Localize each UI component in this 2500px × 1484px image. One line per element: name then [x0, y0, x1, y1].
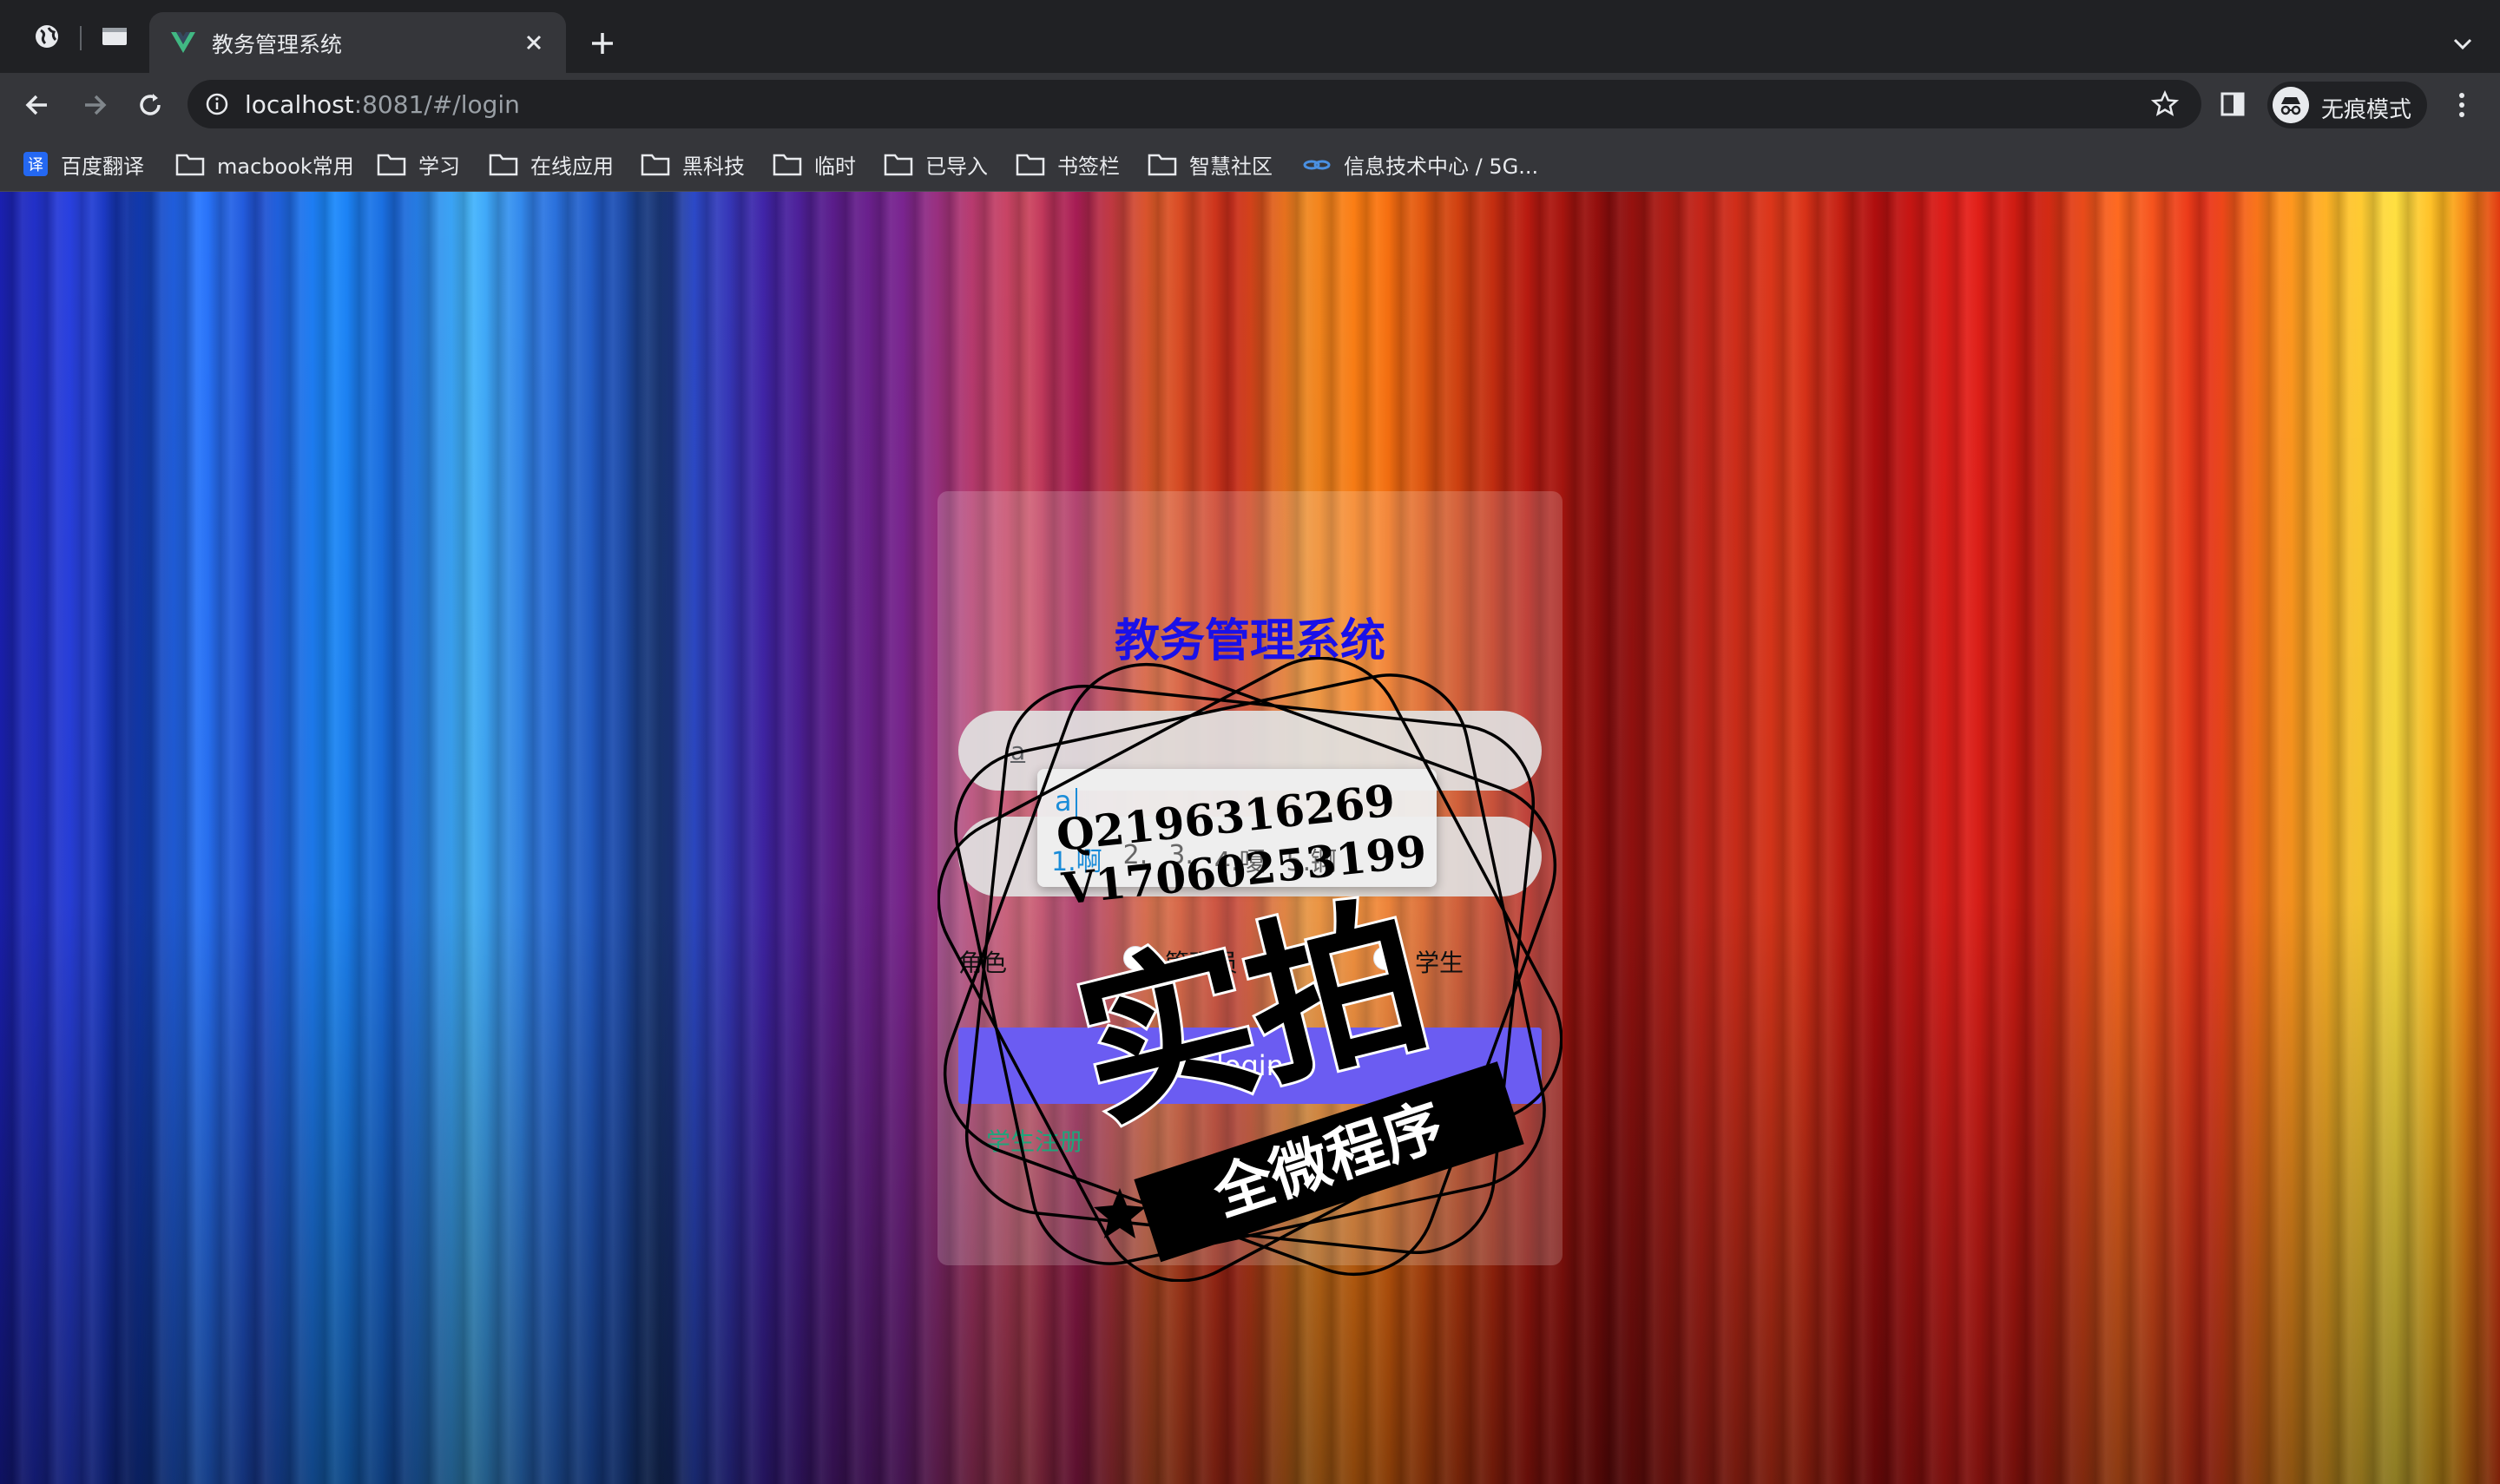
tab-divider	[80, 26, 82, 50]
tab-active[interactable]: 教务管理系统	[149, 12, 566, 73]
ime-candidate-window[interactable]: a 1.啊 2. 3. 4.嗄 5.锕	[1037, 769, 1437, 887]
folder-icon	[1016, 154, 1045, 176]
bookmark-item[interactable]: 智慧社区	[1148, 149, 1273, 179]
bookmark-label: 书签栏	[1057, 154, 1120, 179]
ime-composition: a	[1055, 785, 1072, 818]
role-option-label[interactable]: 学生	[1415, 944, 1464, 979]
ime-candidate[interactable]: 5.锕	[1286, 840, 1338, 878]
bookmark-item[interactable]: 信息技术中心 / 5G...	[1302, 149, 1538, 179]
bookmark-label: 黑科技	[682, 154, 745, 179]
bookmark-star-icon[interactable]	[2151, 90, 2179, 118]
tab-strip: 教务管理系统	[0, 0, 2500, 73]
ime-caret	[1076, 788, 1077, 819]
role-radio-student[interactable]	[1373, 946, 1398, 970]
link-icon	[1303, 160, 1331, 170]
tab-title: 教务管理系统	[212, 32, 343, 57]
bookmark-label: 百度翻译	[61, 154, 144, 179]
reload-icon[interactable]	[134, 89, 167, 121]
info-icon[interactable]	[205, 92, 229, 116]
folder-icon	[377, 154, 406, 176]
bookmark-label: 已导入	[925, 154, 988, 179]
login-button[interactable]: login	[958, 1028, 1542, 1104]
login-card: 教务管理系统 a a 1.啊 2. 3. 4.嗄 5.锕 角色 管理员 学生 l…	[938, 491, 1562, 1265]
page-title: 教务管理系统	[1114, 615, 1385, 667]
back-arrow-icon[interactable]	[21, 89, 54, 121]
ime-candidates: 1.啊 2. 3. 4.嗄 5.锕	[1051, 840, 1337, 878]
bookmark-label: 信息技术中心 / 5G...	[1344, 154, 1539, 179]
role-selector: 角色 管理员 学生	[958, 942, 1542, 977]
url-text[interactable]: localhost:8081/#/login	[245, 90, 520, 119]
folder-icon	[641, 154, 670, 176]
bookmark-label: 在线应用	[530, 154, 614, 179]
ime-candidate[interactable]: 1.啊	[1051, 840, 1102, 878]
incognito-badge[interactable]: 无痕模式	[2267, 82, 2427, 128]
bookmark-label: 学习	[418, 154, 460, 179]
bookmark-item[interactable]: 已导入	[884, 149, 988, 179]
bookmark-item[interactable]: 学习	[377, 149, 460, 179]
folder-icon	[489, 154, 518, 176]
folder-icon	[1148, 154, 1177, 176]
bookmark-item[interactable]: 书签栏	[1016, 149, 1120, 179]
incognito-icon	[2273, 87, 2309, 123]
bookmark-label: macbook常用	[217, 154, 354, 179]
page-background: 教务管理系统 a a 1.啊 2. 3. 4.嗄 5.锕 角色 管理员 学生 l…	[0, 192, 2500, 1484]
role-label: 角色	[958, 949, 1008, 977]
ime-candidate[interactable]: 4.嗄	[1214, 840, 1266, 878]
student-register-link[interactable]: 学生注册	[986, 1123, 1083, 1158]
bookmark-label: 智慧社区	[1189, 154, 1273, 179]
bookmark-item[interactable]: 译 百度翻译	[23, 149, 144, 179]
side-panel-icon[interactable]	[2219, 90, 2247, 118]
folder-icon	[773, 154, 802, 176]
bookmark-item[interactable]: 黑科技	[641, 149, 745, 179]
ime-candidate[interactable]: 2.	[1123, 840, 1148, 878]
svg-text:译: 译	[28, 156, 43, 174]
username-value: a	[1010, 736, 1026, 765]
more-menu-icon[interactable]	[2450, 90, 2474, 120]
globe-icon[interactable]	[33, 23, 61, 50]
incognito-label: 无痕模式	[2321, 97, 2412, 123]
chevron-down-icon[interactable]	[2450, 31, 2476, 57]
ime-candidate[interactable]: 3.	[1168, 840, 1194, 878]
translate-icon: 译	[23, 152, 48, 176]
role-radio-admin[interactable]	[1123, 946, 1148, 970]
address-bar[interactable]: localhost:8081/#/login	[188, 80, 2201, 128]
vue-logo-icon	[171, 32, 195, 53]
toolbar: localhost:8081/#/login 无痕模式	[0, 73, 2500, 137]
bookmark-item[interactable]: 在线应用	[489, 149, 614, 179]
folder-icon	[884, 154, 913, 176]
close-icon[interactable]	[521, 30, 547, 56]
new-tab-icon[interactable]	[587, 28, 618, 59]
folder-icon	[175, 154, 205, 176]
tab-group-icon[interactable]	[101, 23, 128, 50]
bookmark-item[interactable]: macbook常用	[175, 149, 354, 179]
bookmark-item[interactable]: 临时	[773, 149, 856, 179]
bookmark-label: 临时	[814, 154, 856, 179]
role-option-label[interactable]: 管理员	[1165, 944, 1238, 979]
bookmarks-bar: 译 百度翻译 macbook常用 学习 在线应用 黑科技 临时 已导入 书签栏 …	[0, 137, 2500, 192]
forward-arrow-icon[interactable]	[78, 89, 111, 121]
